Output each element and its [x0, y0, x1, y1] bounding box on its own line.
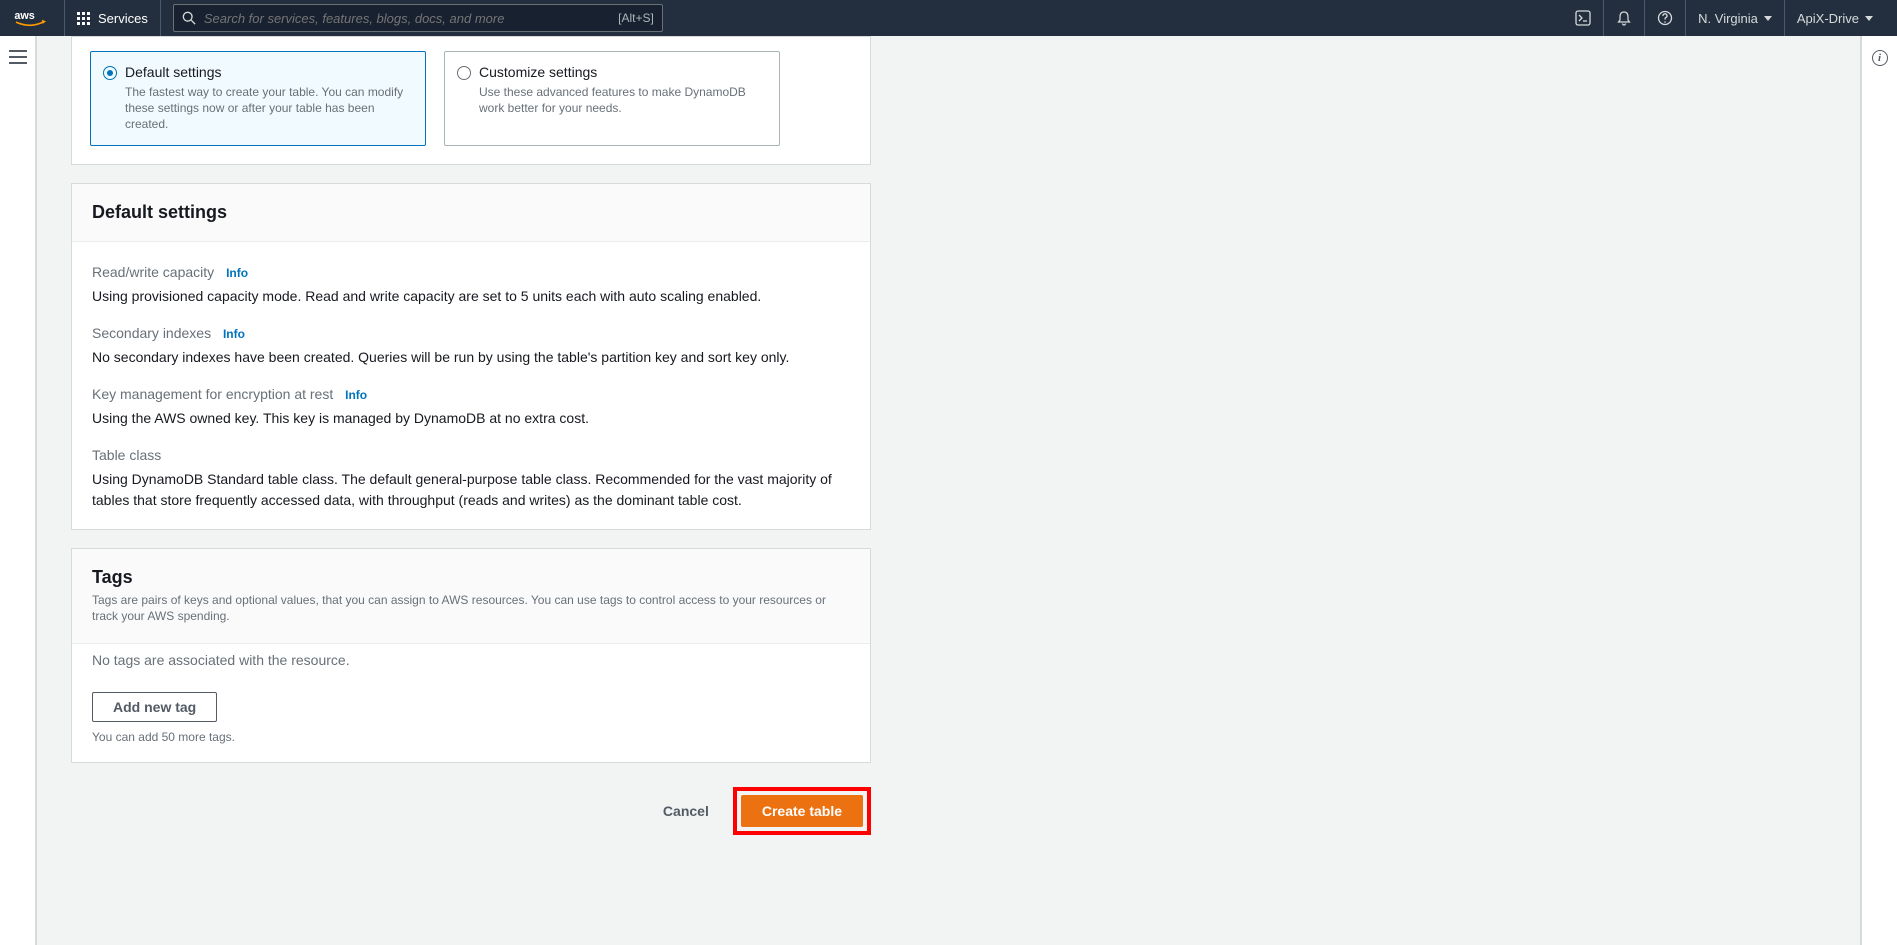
tags-empty-text: No tags are associated with the resource… [92, 652, 850, 668]
grid-icon [77, 12, 90, 25]
search-icon [182, 11, 196, 25]
chevron-down-icon [1764, 16, 1772, 21]
field-text: Using provisioned capacity mode. Read an… [92, 286, 850, 307]
field-label: Table class [92, 447, 161, 463]
highlight-annotation: Create table [733, 787, 871, 835]
aws-logo[interactable]: aws [12, 0, 65, 36]
services-menu-button[interactable]: Services [65, 0, 161, 36]
field-rw-capacity: Read/write capacity Info Using provision… [92, 264, 850, 307]
field-text: Using the AWS owned key. This key is man… [92, 408, 850, 429]
info-panel-toggle[interactable]: i [1872, 50, 1888, 66]
panel-description: Tags are pairs of keys and optional valu… [92, 592, 850, 626]
create-table-button[interactable]: Create table [741, 795, 863, 827]
account-menu[interactable]: ApiX-Drive [1784, 0, 1885, 36]
tags-panel: Tags Tags are pairs of keys and optional… [71, 548, 871, 764]
info-link[interactable]: Info [345, 388, 367, 402]
radio-default-settings[interactable]: Default settings The fastest way to crea… [90, 51, 426, 146]
info-link[interactable]: Info [226, 266, 248, 280]
region-selector[interactable]: N. Virginia [1685, 0, 1784, 36]
add-tag-button[interactable]: Add new tag [92, 692, 217, 722]
account-label: ApiX-Drive [1797, 11, 1859, 26]
radio-desc: The fastest way to create your table. Yo… [125, 84, 413, 133]
main-content: Default settings The fastest way to crea… [36, 36, 1861, 945]
svg-text:aws: aws [14, 10, 34, 22]
global-search[interactable]: [Alt+S] [173, 4, 663, 32]
radio-icon [457, 66, 471, 80]
bell-icon [1616, 10, 1632, 26]
field-text: Using DynamoDB Standard table class. The… [92, 469, 850, 511]
cloudshell-icon [1575, 10, 1591, 26]
cancel-button[interactable]: Cancel [653, 797, 719, 825]
radio-title: Default settings [125, 64, 413, 80]
field-table-class: Table class Using DynamoDB Standard tabl… [92, 447, 850, 511]
field-label: Secondary indexes [92, 325, 211, 341]
table-settings-panel: Default settings The fastest way to crea… [71, 36, 871, 165]
field-key-management: Key management for encryption at rest In… [92, 386, 850, 429]
panel-heading: Tags [92, 567, 850, 588]
help-icon [1657, 10, 1673, 26]
info-link[interactable]: Info [223, 327, 245, 341]
radio-customize-settings[interactable]: Customize settings Use these advanced fe… [444, 51, 780, 146]
tags-hint: You can add 50 more tags. [92, 730, 850, 744]
top-nav: aws Services [Alt+S] [0, 0, 1897, 36]
field-label: Key management for encryption at rest [92, 386, 333, 402]
search-shortcut: [Alt+S] [618, 11, 654, 25]
radio-icon [103, 66, 117, 80]
search-input[interactable] [196, 11, 618, 26]
panel-heading: Default settings [92, 202, 850, 223]
chevron-down-icon [1865, 16, 1873, 21]
services-label: Services [98, 11, 148, 26]
field-label: Read/write capacity [92, 264, 214, 280]
notifications-button[interactable] [1603, 0, 1644, 36]
form-actions: Cancel Create table [71, 763, 871, 875]
region-label: N. Virginia [1698, 11, 1758, 26]
sidebar-toggle[interactable] [9, 50, 27, 64]
field-secondary-indexes: Secondary indexes Info No secondary inde… [92, 325, 850, 368]
field-text: No secondary indexes have been created. … [92, 347, 850, 368]
default-settings-panel: Default settings Read/write capacity Inf… [71, 183, 871, 530]
cloudshell-button[interactable] [1563, 0, 1603, 36]
help-button[interactable] [1644, 0, 1685, 36]
left-rail [0, 36, 36, 945]
radio-title: Customize settings [479, 64, 767, 80]
right-rail: i [1861, 36, 1897, 945]
radio-desc: Use these advanced features to make Dyna… [479, 84, 767, 116]
